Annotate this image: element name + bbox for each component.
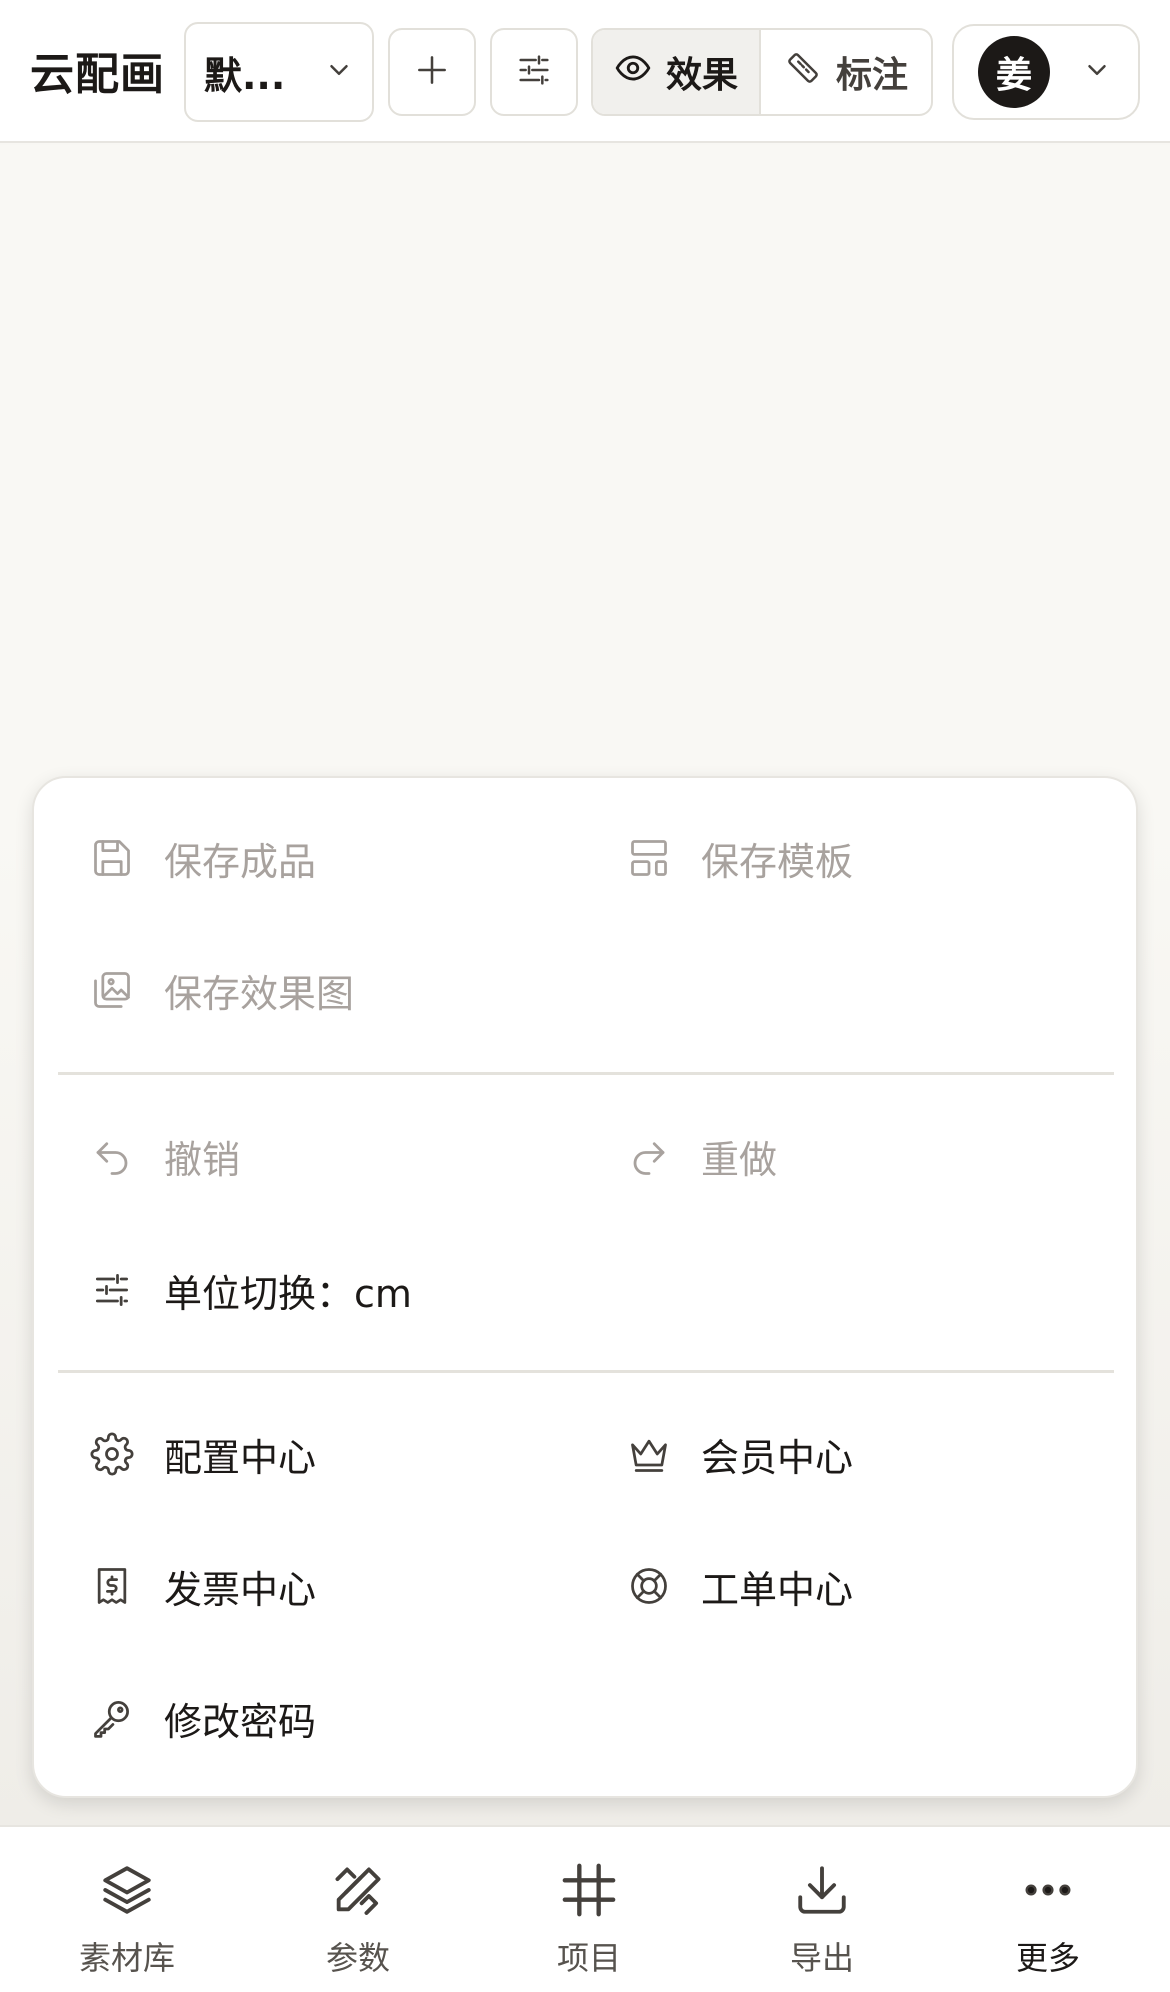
nav-item-project[interactable]: 项目 [509, 1861, 669, 1979]
sliders-icon [514, 50, 554, 94]
lifebuoy-icon [619, 1556, 679, 1616]
nav-item-more[interactable]: 更多 [968, 1861, 1128, 1979]
menu-divider [58, 1370, 1114, 1373]
sliders-icon [82, 1260, 142, 1320]
adjust-button[interactable] [490, 28, 578, 116]
avatar: 姜 [978, 36, 1050, 108]
menu-item-unit-switch[interactable]: 单位切换：cm [82, 1260, 412, 1320]
nav-item-label: 素材库 [78, 1939, 175, 1977]
menu-item-label: 配置中心 [164, 1435, 317, 1480]
key-icon [82, 1688, 142, 1748]
menu-item-save-product[interactable]: 保存成品 [82, 828, 316, 888]
download-icon [793, 1861, 851, 1927]
ruler-icon [784, 49, 822, 96]
pencil-ruler-icon [329, 1861, 387, 1927]
menu-item-label: 撤销 [164, 1137, 241, 1182]
frame-icon [560, 1861, 618, 1927]
add-button[interactable] [388, 28, 476, 116]
menu-item-redo[interactable]: 重做 [619, 1126, 777, 1186]
menu-item-label: 修改密码 [164, 1699, 317, 1744]
menu-divider [58, 1072, 1114, 1075]
menu-item-undo[interactable]: 撤销 [82, 1126, 240, 1186]
menu-item-label: 发票中心 [164, 1567, 317, 1612]
receipt-dollar-icon [82, 1556, 142, 1616]
menu-item-config-center[interactable]: 配置中心 [82, 1424, 316, 1484]
top-header: 云配画 默... 效果 标注 姜 [0, 0, 1170, 143]
undo-icon [82, 1126, 142, 1186]
nav-item-label: 导出 [789, 1939, 854, 1977]
images-icon [82, 960, 142, 1020]
view-mark-label: 标注 [836, 55, 909, 96]
layout-template-icon [619, 828, 679, 888]
crown-icon [619, 1424, 679, 1484]
view-mark-tab[interactable]: 标注 [761, 30, 931, 114]
menu-item-label: 保存成品 [164, 839, 317, 884]
bottom-navigation: 素材库 参数 项目 导出 更多 [0, 1825, 1170, 1992]
menu-item-label: 重做 [701, 1137, 778, 1182]
menu-item-label: 会员中心 [701, 1435, 854, 1480]
nav-item-export[interactable]: 导出 [742, 1861, 902, 1979]
more-menu-panel: 保存成品 保存模板 保存效果图 撤销 重做 单位切换：cm 配置中心 会员中心 … [32, 776, 1138, 1798]
nav-item-label: 更多 [1015, 1939, 1080, 1977]
menu-item-save-template[interactable]: 保存模板 [619, 828, 853, 888]
user-menu-button[interactable]: 姜 [952, 24, 1140, 120]
view-effect-label: 效果 [666, 55, 739, 96]
menu-item-change-password[interactable]: 修改密码 [82, 1688, 316, 1748]
menu-item-label: 单位切换：cm [164, 1271, 412, 1316]
menu-item-ticket-center[interactable]: 工单中心 [619, 1556, 853, 1616]
menu-item-save-effect-image[interactable]: 保存效果图 [82, 960, 354, 1020]
plus-icon [413, 51, 451, 93]
menu-item-label: 工单中心 [701, 1567, 854, 1612]
chevron-down-icon [1082, 55, 1112, 89]
nav-item-label: 项目 [556, 1939, 621, 1977]
project-select[interactable]: 默... [184, 22, 374, 122]
chevron-down-icon [324, 55, 354, 89]
redo-icon [619, 1126, 679, 1186]
floppy-disk-icon [82, 828, 142, 888]
menu-item-member-center[interactable]: 会员中心 [619, 1424, 853, 1484]
project-select-value: 默... [204, 53, 286, 98]
layers-icon [98, 1861, 156, 1927]
gear-icon [82, 1424, 142, 1484]
eye-icon [614, 49, 652, 96]
menu-item-invoice-center[interactable]: 发票中心 [82, 1556, 316, 1616]
view-effect-tab[interactable]: 效果 [593, 30, 762, 114]
nav-item-materials[interactable]: 素材库 [47, 1861, 207, 1979]
view-mode-toggle: 效果 标注 [591, 28, 933, 116]
more-dots-icon [1019, 1861, 1077, 1927]
nav-item-params[interactable]: 参数 [278, 1861, 438, 1979]
brand-logo: 云配画 [30, 49, 165, 100]
menu-item-label: 保存效果图 [164, 971, 355, 1016]
nav-item-label: 参数 [325, 1939, 390, 1977]
menu-item-label: 保存模板 [701, 839, 854, 884]
